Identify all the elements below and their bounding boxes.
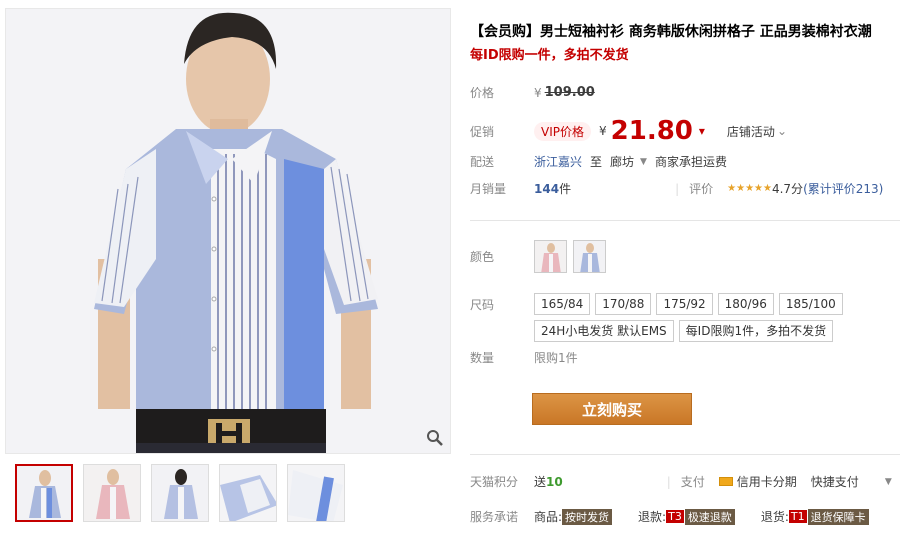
product-info: 【会员购】男士短袖衬衫 商务韩版休闲拼格子 正品男装棉衬衣潮 每ID限购一件，多… <box>470 8 900 525</box>
size-option[interactable]: 180/96 <box>717 293 774 315</box>
buy-now-button[interactable]: 立刻购买 <box>532 393 692 425</box>
return-label: 退货: <box>760 510 789 524</box>
points-prefix: 送 <box>534 475 547 489</box>
ship-from: 浙江嘉兴 <box>534 155 583 169</box>
pay-label: 支付 <box>680 475 705 489</box>
shipping-row: 配送 浙江嘉兴 至 廊坊 ▼ 商家承担运费 <box>470 153 727 170</box>
color-row: 颜色 <box>470 240 612 273</box>
sales-count: 144 <box>534 181 560 196</box>
points-label: 天猫积分 <box>470 475 519 489</box>
promo-currency: ¥ <box>599 124 607 138</box>
dropdown-arrow-icon[interactable]: ▼ <box>640 157 647 167</box>
image-gallery <box>5 8 451 522</box>
size-option[interactable]: 185/100 <box>778 293 843 315</box>
quantity-label: 数量 <box>470 351 495 365</box>
review-count-link[interactable]: (累计评价213) <box>803 180 883 197</box>
thumbnail-3[interactable] <box>151 464 209 522</box>
promo-label: 促销 <box>470 124 495 139</box>
size-row: 尺码 165/84 170/88 175/92 180/96 185/100 <box>470 293 848 315</box>
vip-badge: VIP价格 <box>534 121 591 141</box>
on-time-badge: 按时发货 <box>562 508 613 525</box>
product-subtitle: 每ID限购一件，多拍不发货 <box>470 48 629 63</box>
quantity-limit: 限购1件 <box>534 351 578 365</box>
thumbnail-5[interactable] <box>287 464 345 522</box>
ship-to-word: 至 <box>590 155 603 169</box>
sales-label: 月销量 <box>470 182 507 196</box>
divider <box>470 220 900 221</box>
refund-badge: 极速退款 <box>684 508 735 525</box>
chevron-down-icon: ⌄ <box>776 124 787 138</box>
points-row: 天猫积分 送 10 | 支付 信用卡分期 快捷支付 ▼ <box>470 473 892 490</box>
size-option[interactable]: 175/92 <box>656 293 713 315</box>
shirt-model-illustration <box>6 9 450 453</box>
express-pay[interactable]: 快捷支付 <box>811 473 859 490</box>
shop-activity-link[interactable]: 店铺活动 <box>727 123 775 140</box>
thumbnail-1[interactable] <box>15 464 73 522</box>
shipping-label: 配送 <box>470 155 495 169</box>
product-title: 【会员购】男士短袖衬衫 商务韩版休闲拼格子 正品男装棉衬衣潮 <box>470 24 872 40</box>
thumbnail-4[interactable] <box>219 464 277 522</box>
service-row: 服务承诺 商品: 按时发货 退款: T3 极速退款 退货: T1 退货保障卡 <box>470 508 869 525</box>
size-option[interactable]: 170/88 <box>595 293 652 315</box>
size-label: 尺码 <box>470 297 495 312</box>
size-note[interactable]: 24H小电发货 默认EMS <box>534 320 674 342</box>
rating-score: 4.7分 <box>771 182 804 196</box>
price-dropdown-icon[interactable]: ▾ <box>699 124 705 138</box>
size-note[interactable]: 每ID限购1件，多拍不发货 <box>678 320 834 342</box>
thumbnail-2[interactable] <box>83 464 141 522</box>
quantity-row: 数量 限购1件 <box>470 349 578 366</box>
size-notes-row: 24H小电发货 默认EMS 每ID限购1件，多拍不发货 <box>534 320 838 342</box>
thumbnail-strip <box>5 464 451 522</box>
buy-row: 立刻购买 <box>532 393 692 425</box>
star-rating-icon: ★★★★★ <box>727 183 772 194</box>
color-swatch-pink[interactable] <box>534 240 567 273</box>
promo-row: 促销 VIP价格 ¥ 21.80 ▾ 店铺活动 ⌄ <box>470 116 787 146</box>
price-label: 价格 <box>470 86 495 100</box>
divider <box>470 454 900 455</box>
points-value: 10 <box>546 474 563 489</box>
price-currency: ¥ <box>534 85 542 100</box>
goods-label: 商品: <box>534 510 563 524</box>
return-code-badge: T1 <box>788 510 807 523</box>
color-label: 颜色 <box>470 250 495 264</box>
original-price: 109.00 <box>544 85 595 100</box>
refund-code-badge: T3 <box>666 510 684 523</box>
size-option[interactable]: 165/84 <box>534 293 591 315</box>
credit-card-icon <box>718 477 733 486</box>
service-label: 服务承诺 <box>470 510 519 524</box>
zoom-icon[interactable] <box>426 429 444 447</box>
promo-price: 21.80 <box>610 116 693 146</box>
dropdown-arrow-icon[interactable]: ▼ <box>885 477 892 487</box>
ship-to-select[interactable]: 廊坊 <box>610 153 634 170</box>
color-swatch-blue[interactable] <box>573 240 606 273</box>
main-product-image[interactable] <box>5 8 451 454</box>
shipping-fee: 商家承担运费 <box>654 155 727 169</box>
return-badge: 退货保障卡 <box>807 508 869 525</box>
refund-label: 退款: <box>638 510 667 524</box>
sales-row: 月销量 144 件 | 评价 ★★★★★ 4.7分 (累计评价213) <box>470 180 884 197</box>
sales-unit: 件 <box>559 182 572 196</box>
rating-label: 评价 <box>689 182 714 196</box>
credit-installment[interactable]: 信用卡分期 <box>737 473 797 490</box>
price-row: 价格 ¥ 109.00 <box>470 84 595 101</box>
